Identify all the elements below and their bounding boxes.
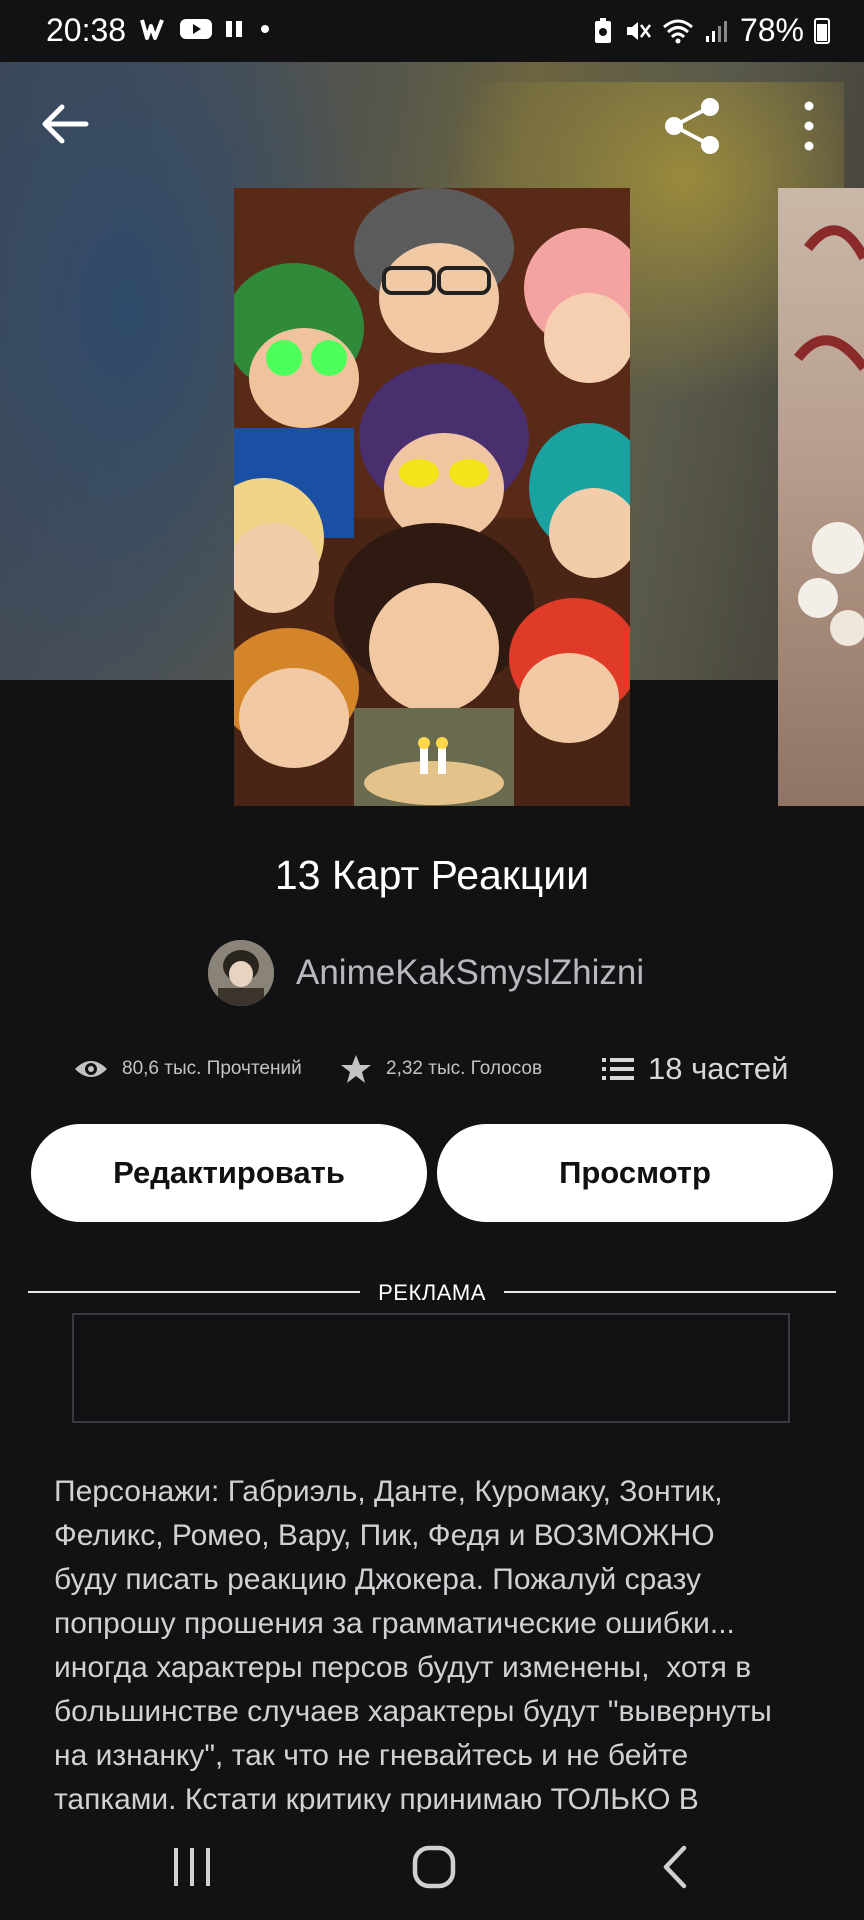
status-time: 20:38 <box>46 12 127 48</box>
wattpad-icon <box>140 19 164 40</box>
more-options-button[interactable] <box>794 98 824 154</box>
dot-icon <box>261 25 269 33</box>
edit-button[interactable]: Редактировать <box>31 1124 427 1222</box>
youtube-icon <box>180 19 212 39</box>
recent-apps-button[interactable] <box>170 1838 214 1896</box>
back-button[interactable] <box>38 97 92 151</box>
mute-icon <box>626 21 651 40</box>
battery-icon <box>814 17 830 44</box>
signal-icon <box>705 20 727 42</box>
wifi-icon <box>662 19 693 43</box>
notification-icons <box>140 16 274 42</box>
parts-stat[interactable]: 18 частей <box>602 1044 788 1094</box>
ad-label: РЕКЛАМА <box>378 1280 486 1305</box>
ad-container[interactable] <box>72 1313 790 1423</box>
ad-divider-right <box>504 1291 836 1293</box>
story-cover[interactable] <box>234 188 630 806</box>
home-button[interactable] <box>410 1838 458 1896</box>
reads-stat: 80,6 тыс. Прочтений <box>74 1044 302 1094</box>
share-button[interactable] <box>660 96 726 156</box>
star-icon <box>341 1055 371 1083</box>
story-title: 13 Карт Реакции <box>274 852 590 898</box>
battery-percent: 78% <box>739 12 804 48</box>
avatar-image <box>208 940 274 1006</box>
cover-artwork <box>234 188 630 806</box>
next-cover-artwork <box>794 225 864 646</box>
nav-back-button[interactable] <box>658 1838 692 1896</box>
votes-count: 2,32 тыс. Голосов <box>386 1058 543 1079</box>
parts-count: 18 частей <box>648 1051 789 1086</box>
story-description: Персонажи: Габриэль, Данте, Куромаку, Зо… <box>54 1475 772 1812</box>
eye-icon <box>75 1061 107 1077</box>
author-name[interactable]: AnimeKakSmyslZhizni <box>296 953 644 993</box>
author-avatar[interactable] <box>208 940 274 1006</box>
story-stats: 80,6 тыс. Прочтений 2,32 тыс. Голосов 18… <box>74 1044 814 1094</box>
pause-icon <box>226 21 242 37</box>
votes-stat: 2,32 тыс. Голосов <box>340 1044 542 1094</box>
reads-count: 80,6 тыс. Прочтений <box>122 1058 302 1079</box>
list-icon <box>602 1058 634 1080</box>
system-icons: 78% <box>592 12 830 49</box>
battery-saver-icon <box>594 17 611 43</box>
next-story-cover[interactable] <box>778 188 864 806</box>
status-bar: 20:38 78% <box>0 0 864 62</box>
author-row[interactable]: AnimeKakSmyslZhizni <box>208 938 644 1008</box>
view-button[interactable]: Просмотр <box>437 1124 833 1222</box>
